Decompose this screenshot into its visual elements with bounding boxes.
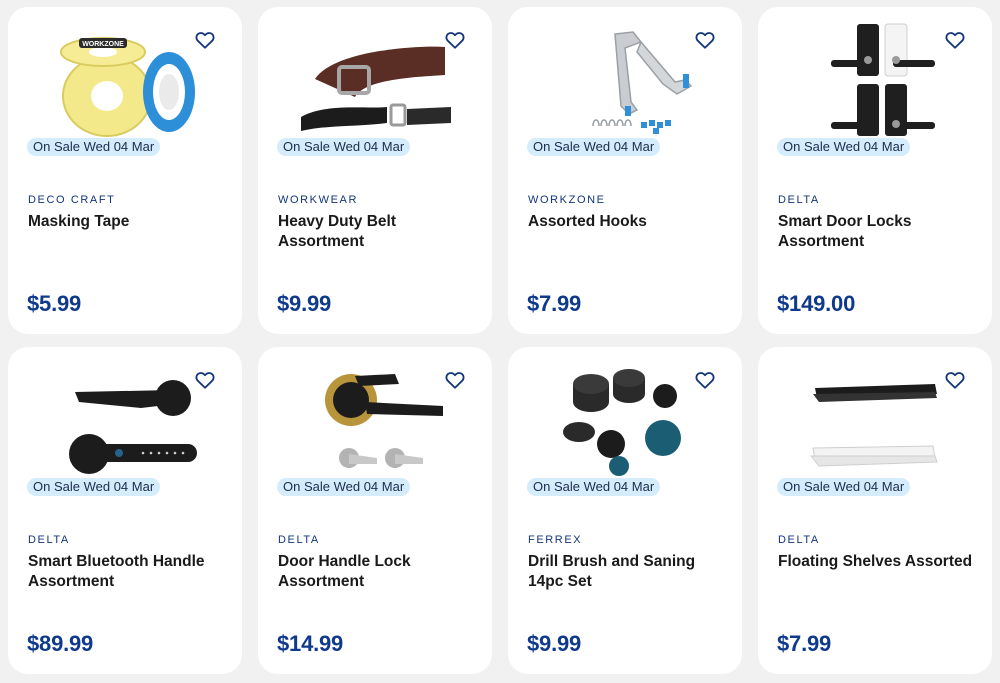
- product-card[interactable]: On Sale Wed 04 Mar DELTA Smart Door Lock…: [758, 7, 992, 334]
- product-price: $7.99: [777, 631, 832, 656]
- heart-outline-icon: [695, 372, 715, 389]
- product-price: $149.00: [777, 291, 856, 316]
- sale-badge: On Sale Wed 04 Mar: [777, 478, 911, 496]
- product-brand: DELTA: [278, 534, 320, 546]
- heart-outline-icon: [195, 372, 215, 389]
- sale-badge: On Sale Wed 04 Mar: [527, 138, 661, 156]
- heart-outline-icon: [945, 372, 965, 389]
- sale-badge: On Sale Wed 04 Mar: [777, 138, 911, 156]
- heart-outline-icon: [445, 372, 465, 389]
- heart-outline-icon: [945, 32, 965, 49]
- masking-tape-image: WORKZONE: [60, 36, 195, 137]
- product-brand: WORKWEAR: [278, 194, 359, 206]
- favorite-button[interactable]: [944, 369, 966, 391]
- product-brand: DELTA: [778, 194, 820, 206]
- product-brand: DELTA: [28, 534, 70, 546]
- bluetooth-handle-image: [69, 379, 197, 474]
- favorite-button[interactable]: [194, 29, 216, 51]
- belt-image: [301, 46, 451, 131]
- product-price: $14.99: [277, 631, 344, 656]
- favorite-button[interactable]: [944, 29, 966, 51]
- sale-badge: On Sale Wed 04 Mar: [277, 138, 411, 156]
- favorite-button[interactable]: [444, 29, 466, 51]
- product-card[interactable]: On Sale Wed 04 Mar WORKZONE Assorted Hoo…: [508, 7, 742, 334]
- product-title[interactable]: Smart Bluetooth Handle Assortment: [28, 552, 226, 592]
- product-title[interactable]: Assorted Hooks: [528, 212, 726, 232]
- product-title[interactable]: Floating Shelves Assorted: [778, 552, 976, 572]
- product-title[interactable]: Masking Tape: [28, 212, 226, 232]
- product-card[interactable]: On Sale Wed 04 Mar WORKWEAR Heavy Duty B…: [258, 7, 492, 334]
- product-card[interactable]: On Sale Wed 04 Mar DELTA Floating Shelve…: [758, 347, 992, 674]
- product-title[interactable]: Smart Door Locks Assortment: [778, 212, 976, 252]
- product-title[interactable]: Heavy Duty Belt Assortment: [278, 212, 476, 252]
- product-title[interactable]: Door Handle Lock Assortment: [278, 552, 476, 592]
- product-brand: FERREX: [528, 534, 583, 546]
- heart-outline-icon: [445, 32, 465, 49]
- product-price: $5.99: [27, 291, 82, 316]
- tape-brand-label: WORKZONE: [82, 41, 124, 48]
- sale-badge: On Sale Wed 04 Mar: [27, 138, 161, 156]
- product-grid: WORKZONE On Sale Wed 04 Mar DECO CRAFT M…: [0, 0, 1000, 683]
- product-title[interactable]: Drill Brush and Saning 14pc Set: [528, 552, 726, 592]
- product-card[interactable]: WORKZONE On Sale Wed 04 Mar DECO CRAFT M…: [8, 7, 242, 334]
- product-price: $89.99: [27, 631, 94, 656]
- sale-badge: On Sale Wed 04 Mar: [27, 478, 161, 496]
- sale-badge: On Sale Wed 04 Mar: [277, 478, 411, 496]
- product-brand: WORKZONE: [528, 194, 606, 206]
- heart-outline-icon: [695, 32, 715, 49]
- door-handle-image: [325, 373, 443, 468]
- product-card[interactable]: On Sale Wed 04 Mar FERREX Drill Brush an…: [508, 347, 742, 674]
- product-card[interactable]: On Sale Wed 04 Mar DELTA Door Handle Loc…: [258, 347, 492, 674]
- favorite-button[interactable]: [194, 369, 216, 391]
- product-price: $9.99: [527, 631, 582, 656]
- favorite-button[interactable]: [694, 369, 716, 391]
- floating-shelves-image: [809, 383, 938, 467]
- favorite-button[interactable]: [444, 369, 466, 391]
- door-lock-image: [831, 23, 935, 136]
- hooks-image: [592, 30, 693, 134]
- product-price: $7.99: [527, 291, 582, 316]
- drill-brush-image: [563, 368, 681, 476]
- favorite-button[interactable]: [694, 29, 716, 51]
- product-brand: DELTA: [778, 534, 820, 546]
- product-brand: DECO CRAFT: [28, 194, 116, 206]
- heart-outline-icon: [195, 32, 215, 49]
- product-card[interactable]: On Sale Wed 04 Mar DELTA Smart Bluetooth…: [8, 347, 242, 674]
- product-price: $9.99: [277, 291, 332, 316]
- sale-badge: On Sale Wed 04 Mar: [527, 478, 661, 496]
